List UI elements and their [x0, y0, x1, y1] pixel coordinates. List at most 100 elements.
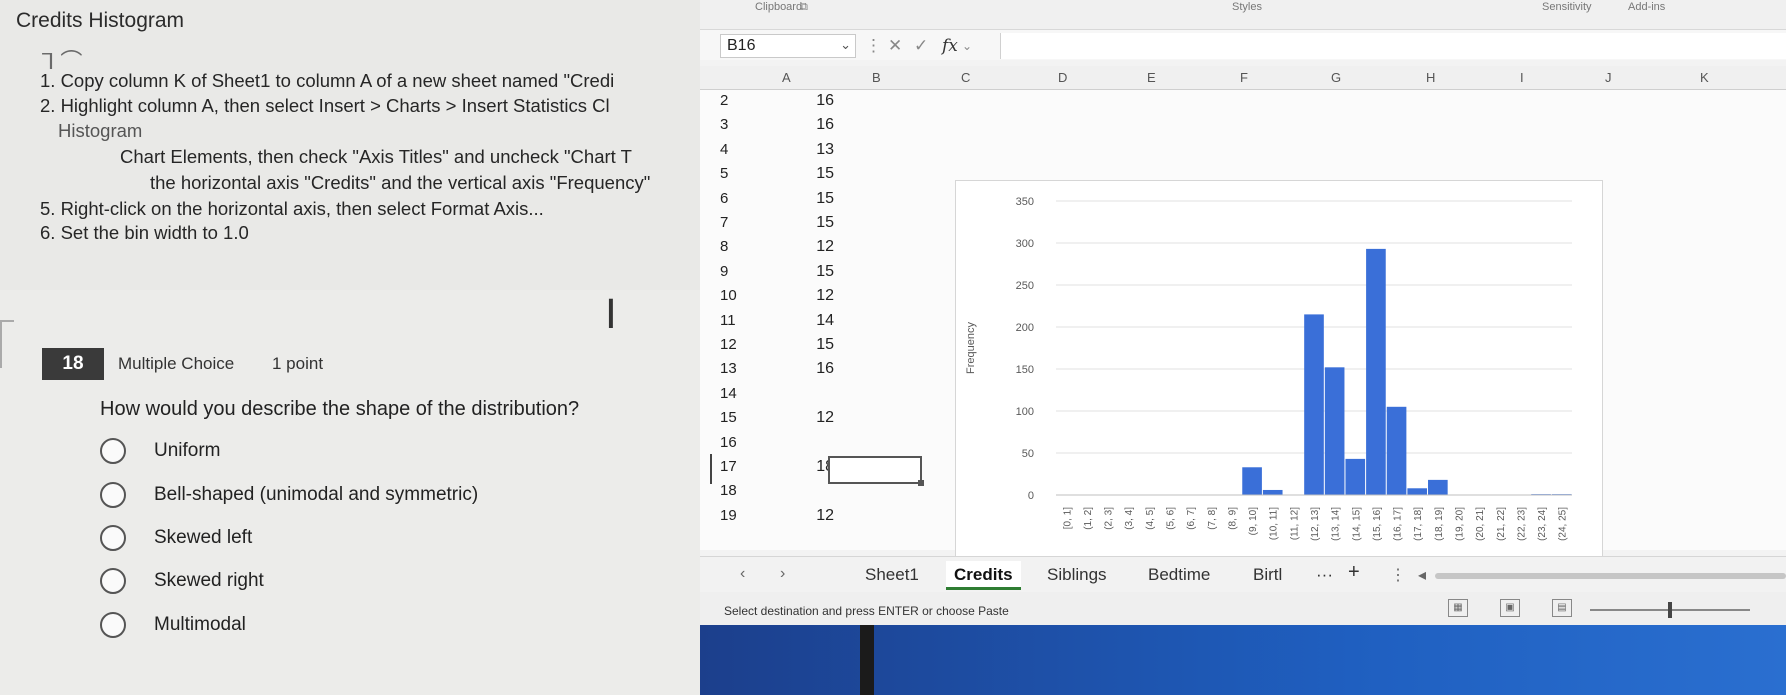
row-number[interactable]: 13 [720, 360, 750, 377]
excel-window: Clipboard ⧉ Styles Sensitivity Add-ins B… [700, 0, 1786, 625]
y-axis-title: Frequency [965, 322, 977, 374]
normal-view-icon[interactable]: ▦ [1448, 599, 1468, 617]
column-header-j[interactable]: J [1605, 70, 1612, 85]
chevron-right-icon[interactable]: › [780, 565, 785, 583]
x-tick-label: (12, 13] [1310, 507, 1321, 541]
chevron-down-icon[interactable]: ⌄ [962, 39, 972, 53]
cell-a[interactable]: 15 [790, 263, 834, 281]
chevron-left-icon[interactable]: ‹ [740, 565, 745, 583]
cell-a[interactable]: 16 [790, 360, 834, 378]
column-header-g[interactable]: G [1331, 70, 1341, 85]
ribbon-group-clipboard[interactable]: Clipboard [755, 1, 802, 13]
row-number[interactable]: 5 [720, 165, 750, 182]
cancel-icon[interactable]: ✕ [888, 36, 902, 56]
radio-button[interactable] [100, 525, 126, 551]
row-number[interactable]: 15 [720, 409, 750, 426]
cell-a[interactable]: 13 [790, 141, 834, 159]
row-number[interactable]: 9 [720, 263, 750, 280]
x-tick-label: (24, 25] [1558, 507, 1569, 541]
name-box[interactable]: B16 ⌄ [720, 34, 856, 58]
histogram-bar [1428, 479, 1448, 495]
cell-a[interactable]: 12 [790, 507, 834, 525]
selected-cell-b16[interactable] [828, 456, 922, 484]
radio-button[interactable] [100, 568, 126, 594]
row-number[interactable]: 2 [720, 92, 750, 109]
cell-a[interactable]: 15 [790, 190, 834, 208]
column-header-c[interactable]: C [961, 70, 970, 85]
column-header-h[interactable]: H [1426, 70, 1435, 85]
histogram-chart[interactable]: 0 50 100 150 200 250 300 350 [0, 1] (1, 2] (2, 3] (… [955, 180, 1603, 586]
column-header-d[interactable]: D [1058, 70, 1067, 85]
cell-a[interactable]: 15 [790, 336, 834, 354]
more-tabs-icon[interactable]: ··· [1316, 565, 1333, 585]
row-number[interactable]: 14 [720, 385, 750, 402]
x-tick-label: (4, 5] [1145, 507, 1156, 530]
column-header-i[interactable]: I [1520, 70, 1524, 85]
row-number[interactable]: 4 [720, 141, 750, 158]
row-number[interactable]: 12 [720, 336, 750, 353]
row-number[interactable]: 16 [720, 434, 750, 451]
radio-button[interactable] [100, 438, 126, 464]
column-header-a[interactable]: A [782, 70, 791, 85]
x-tick-label: (9, 10] [1248, 507, 1259, 536]
histogram-bar [1386, 406, 1407, 495]
ribbon-group-sensitivity[interactable]: Sensitivity [1542, 1, 1592, 13]
radio-button[interactable] [100, 482, 126, 508]
row-number[interactable]: 11 [720, 312, 750, 329]
column-header-f[interactable]: F [1240, 70, 1248, 85]
more-options-icon[interactable]: ⋮ [865, 36, 882, 56]
status-message: Select destination and press ENTER or ch… [724, 604, 1009, 618]
tab-sheet1[interactable]: Sheet1 [865, 565, 919, 585]
ribbon-group-addins[interactable]: Add-ins [1628, 1, 1665, 13]
cell-a[interactable]: 16 [790, 116, 834, 134]
dialog-launcher-icon[interactable]: ⧉ [800, 1, 808, 14]
tab-bedtime[interactable]: Bedtime [1148, 565, 1210, 585]
enter-check-icon[interactable]: ✓ [914, 36, 928, 56]
choice-label: Uniform [154, 440, 221, 461]
row-number[interactable]: 18 [720, 482, 750, 499]
x-tick-label: (8, 9] [1227, 507, 1238, 530]
column-headers: A B C D E F G H I J K [700, 66, 1786, 90]
y-tick-label: 300 [1016, 238, 1034, 250]
ribbon-group-styles[interactable]: Styles [1232, 1, 1262, 13]
page-break-view-icon[interactable]: ▤ [1552, 599, 1572, 617]
x-tick-label: (6, 7] [1186, 507, 1197, 530]
insert-function-icon[interactable]: fx [942, 36, 958, 56]
row-number[interactable]: 7 [720, 214, 750, 231]
row-number[interactable]: 17 [720, 458, 750, 475]
cell-a[interactable]: 14 [790, 312, 834, 330]
more-options-icon[interactable]: ⋮ [1390, 565, 1406, 585]
formula-input[interactable] [1000, 33, 1786, 59]
cell-a[interactable]: 12 [790, 238, 834, 256]
row-number[interactable]: 3 [720, 116, 750, 133]
y-tick-label: 50 [1022, 448, 1034, 460]
scroll-left-icon[interactable]: ◂ [1418, 565, 1426, 585]
cell-a[interactable]: 12 [790, 409, 834, 427]
zoom-slider-knob[interactable] [1668, 602, 1672, 618]
radio-button[interactable] [100, 612, 126, 638]
row-number[interactable]: 10 [720, 287, 750, 304]
cell-a[interactable]: 16 [790, 92, 834, 110]
column-header-k[interactable]: K [1700, 70, 1709, 85]
tab-birth[interactable]: Birtl [1253, 565, 1282, 585]
tab-credits[interactable]: Credits [946, 561, 1021, 590]
horizontal-scrollbar[interactable] [1435, 573, 1786, 579]
cell-a[interactable]: 15 [790, 165, 834, 183]
x-tick-label: (16, 17] [1393, 507, 1404, 541]
column-header-e[interactable]: E [1147, 70, 1156, 85]
chevron-down-icon[interactable]: ⌄ [840, 37, 851, 53]
row-number[interactable]: 8 [720, 238, 750, 255]
page-layout-icon[interactable]: ▣ [1500, 599, 1520, 617]
sheet-grid[interactable]: 2 16 3 16 4 13 5 15 6 15 7 15 8 12 9 15 10 12 11 14 12 15 13 16… [700, 90, 1786, 586]
tab-siblings[interactable]: Siblings [1047, 565, 1107, 585]
fill-handle[interactable] [918, 480, 924, 486]
add-sheet-button[interactable]: + [1348, 561, 1360, 584]
x-tick-label: (11, 12] [1289, 507, 1300, 540]
row-number[interactable]: 19 [720, 507, 750, 524]
cell-a[interactable]: 15 [790, 214, 834, 232]
x-tick-label: (10, 11] [1269, 507, 1280, 540]
choice-label: Skewed left [154, 527, 253, 548]
cell-a[interactable]: 12 [790, 287, 834, 305]
column-header-b[interactable]: B [872, 70, 881, 85]
row-number[interactable]: 6 [720, 190, 750, 207]
